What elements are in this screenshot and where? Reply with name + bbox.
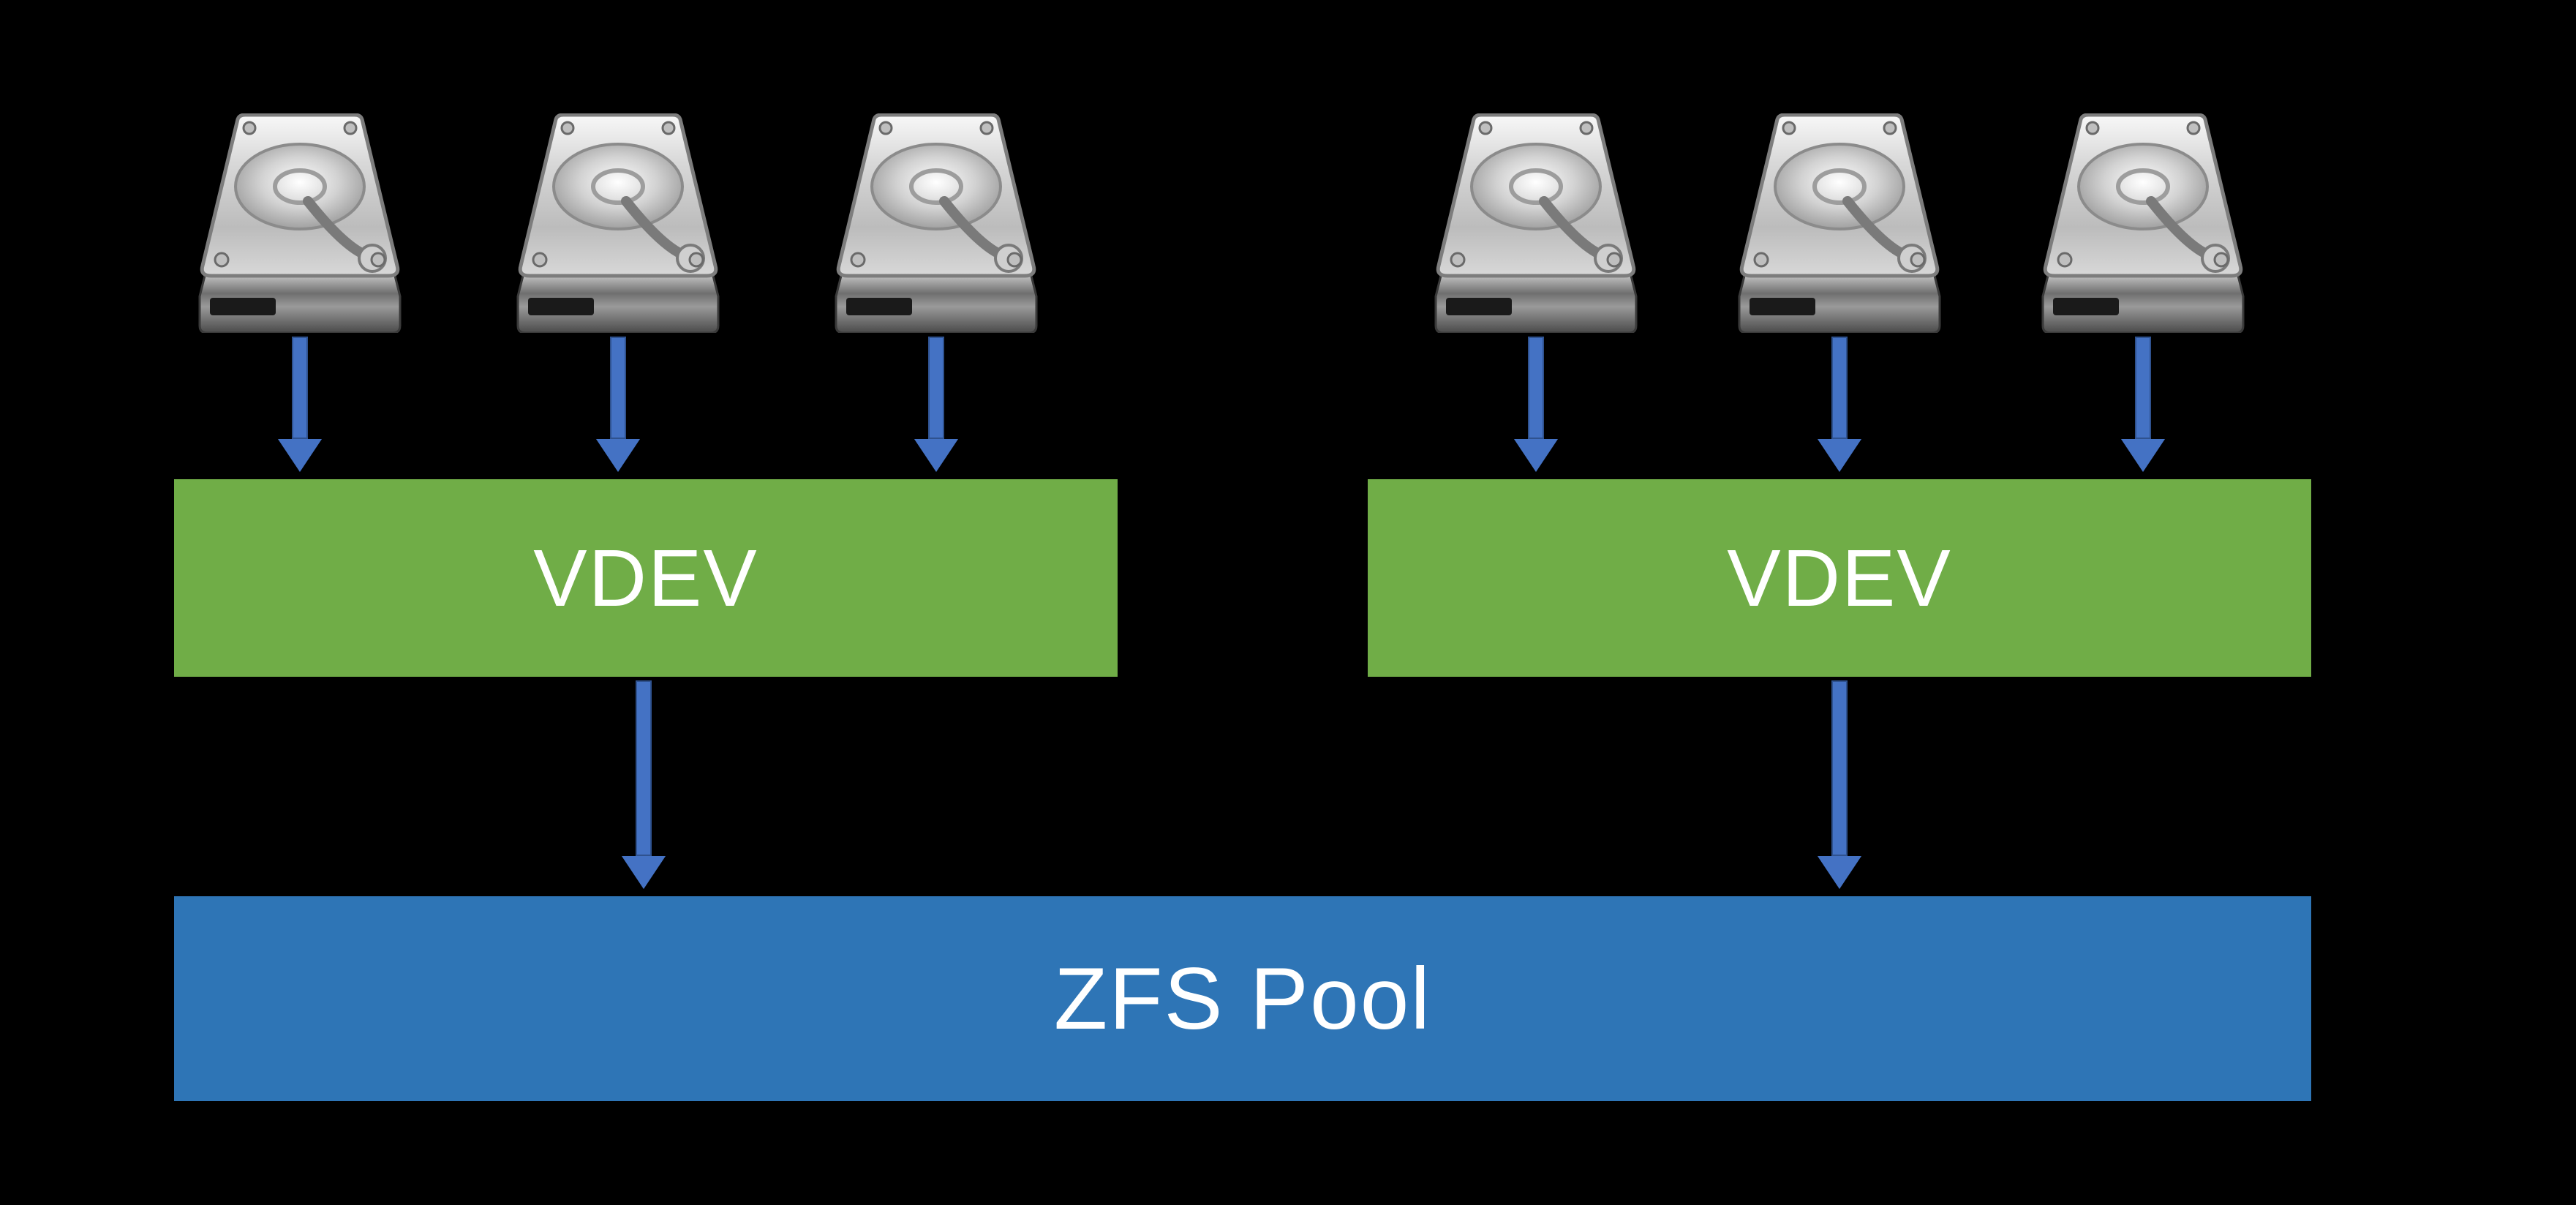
zfs-pool-label: ZFS Pool xyxy=(1054,948,1431,1049)
diagram-canvas: VDEV VDEV ZFS Pool xyxy=(0,0,2576,1205)
disk-icon xyxy=(512,113,724,333)
zfs-pool-box: ZFS Pool xyxy=(174,896,2311,1101)
arrow-disk-to-vdev xyxy=(2135,337,2151,439)
arrow-disk-to-vdev xyxy=(1831,337,1848,439)
disk-icon xyxy=(830,113,1042,333)
arrow-disk-to-vdev xyxy=(1528,337,1544,439)
vdev-left-label: VDEV xyxy=(533,532,758,625)
disk-icon xyxy=(1430,113,1642,333)
arrow-disk-to-vdev xyxy=(292,337,308,439)
disk-icon xyxy=(194,113,406,333)
arrow-disk-to-vdev xyxy=(610,337,626,439)
arrow-vdev-to-pool xyxy=(1831,680,1848,856)
disk-icon xyxy=(1733,113,1946,333)
arrow-disk-to-vdev xyxy=(928,337,944,439)
arrow-vdev-to-pool xyxy=(636,680,652,856)
disk-icon xyxy=(2037,113,2249,333)
vdev-right-label: VDEV xyxy=(1727,532,1952,625)
vdev-box-left: VDEV xyxy=(174,479,1118,677)
vdev-box-right: VDEV xyxy=(1368,479,2311,677)
